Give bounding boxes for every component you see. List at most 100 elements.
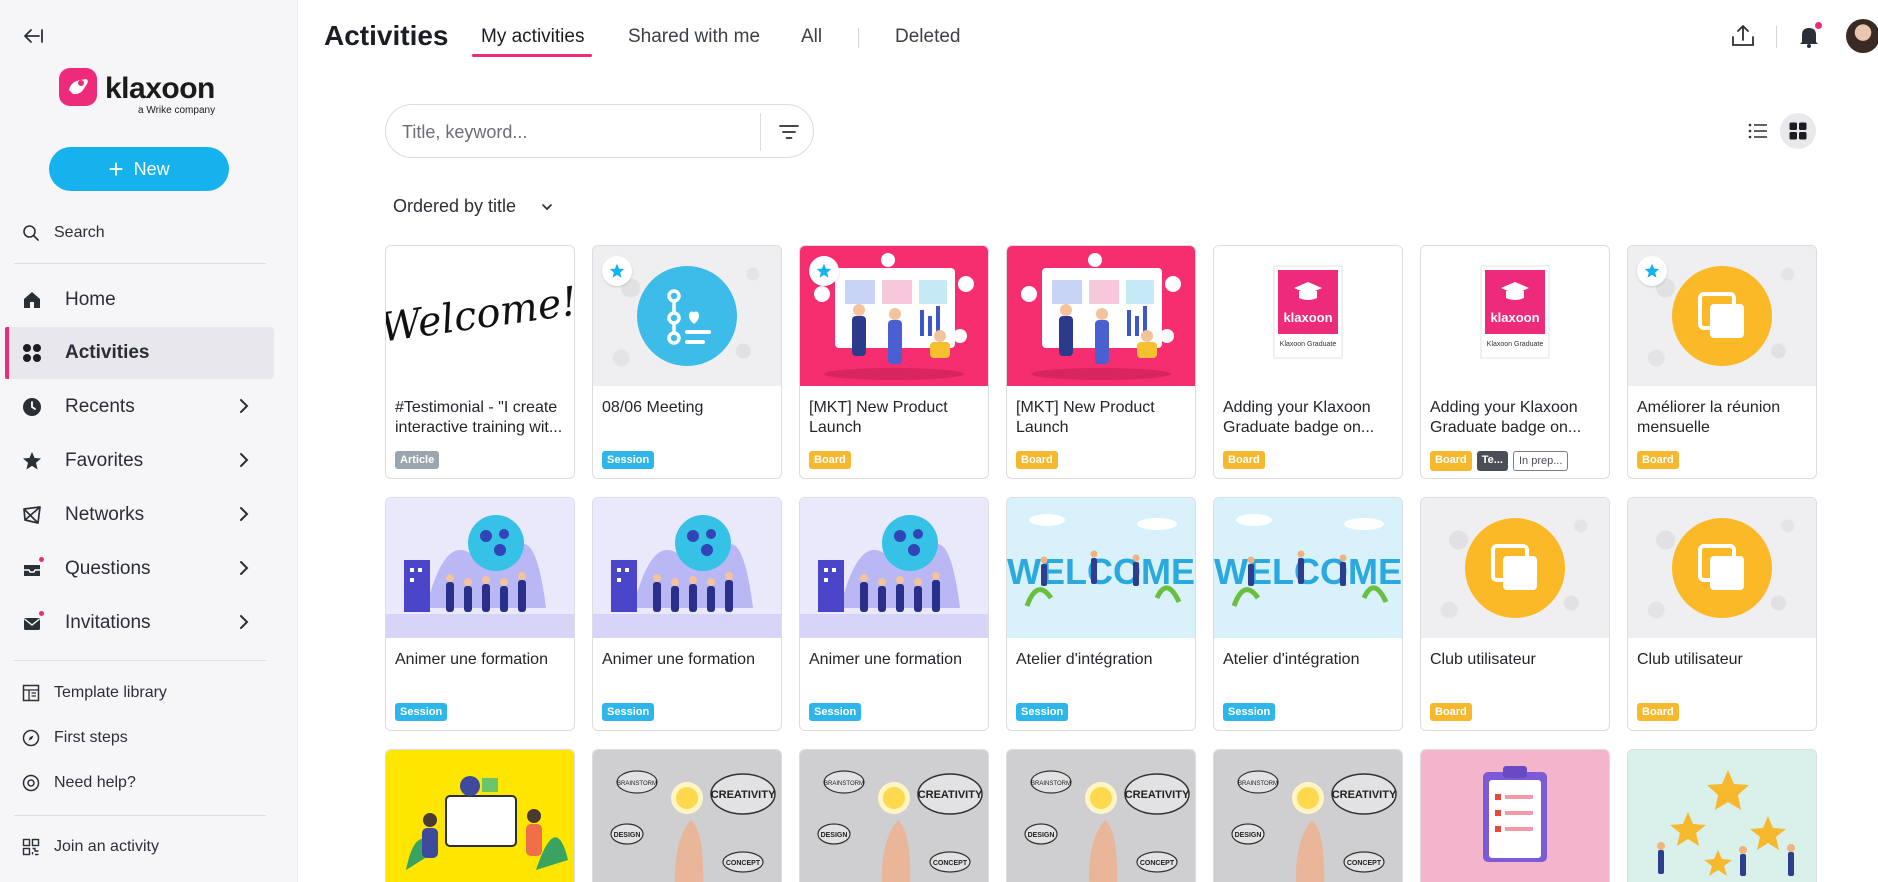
- svg-text:Klaxoon Graduate: Klaxoon Graduate: [1487, 341, 1544, 348]
- filter-icon[interactable]: [776, 119, 802, 145]
- svg-text:DESIGN: DESIGN: [614, 832, 641, 839]
- inbox-icon: [21, 556, 45, 580]
- svg-text:CONCEPT: CONCEPT: [933, 860, 968, 867]
- card-tags: Session: [809, 703, 862, 721]
- activity-card[interactable]: [385, 749, 575, 882]
- sidebar-divider: [14, 263, 266, 264]
- card-title: Animer une formation: [809, 651, 962, 668]
- sidebar-item-questions[interactable]: Questions: [5, 543, 274, 595]
- type-tag: Session: [395, 703, 448, 721]
- sidebar-item-label: Recents: [65, 396, 135, 417]
- network-icon: [21, 504, 43, 526]
- export-icon[interactable]: [1729, 22, 1757, 50]
- type-tag: Board: [1016, 451, 1058, 469]
- grid-view-icon[interactable]: [1780, 113, 1816, 149]
- list-view-icon[interactable]: [1745, 118, 1771, 144]
- svg-text:BRAINSTORM: BRAINSTORM: [617, 781, 657, 787]
- activity-card[interactable]: [1627, 749, 1817, 882]
- type-tag: Board: [1637, 703, 1679, 721]
- grid-icon: [21, 342, 43, 364]
- card-tags: Session: [602, 703, 655, 721]
- sidebar-item-recents[interactable]: Recents: [5, 381, 274, 433]
- tab-shared-with-me[interactable]: Shared with me: [628, 26, 760, 58]
- card-thumbnail: CREATIVITY BRAINSTORM DESIGN CONCEPT: [800, 750, 988, 882]
- new-button[interactable]: + New: [49, 147, 229, 191]
- notification-dot: [1815, 22, 1822, 29]
- template-library-link[interactable]: Template library: [22, 682, 167, 704]
- sidebar-item-label: Questions: [65, 558, 151, 579]
- activity-card[interactable]: [1420, 749, 1610, 882]
- need-help-link[interactable]: Need help?: [22, 772, 136, 794]
- user-avatar[interactable]: [1846, 19, 1878, 53]
- activity-card[interactable]: WELCOME Atelier d'intégration Session: [1213, 497, 1403, 731]
- sidebar-item-networks[interactable]: Networks: [5, 489, 274, 541]
- type-tag: Board: [1637, 451, 1679, 469]
- activity-card[interactable]: [MKT] New Product Launch Board: [1006, 245, 1196, 479]
- activity-card[interactable]: Animer une formation Session: [799, 497, 989, 731]
- sidebar-item-activities[interactable]: Activities: [5, 327, 274, 379]
- activity-card[interactable]: 08/06 Meeting Session: [592, 245, 782, 479]
- activity-card[interactable]: Club utilisateur Board: [1627, 497, 1817, 731]
- search-box: [385, 104, 814, 158]
- app-window: klaxoon a Wrike company + New Search Hom…: [0, 0, 1878, 882]
- activity-card[interactable]: Améliorer la réunion mensuelle Board: [1627, 245, 1817, 479]
- type-tag: Session: [1016, 703, 1069, 721]
- svg-text:DESIGN: DESIGN: [821, 832, 848, 839]
- search-input[interactable]: [402, 118, 732, 146]
- type-tag: Board: [1430, 451, 1472, 471]
- chevron-right-icon: [240, 561, 249, 575]
- svg-text:DESIGN: DESIGN: [1235, 832, 1262, 839]
- join-activity-link[interactable]: Join an activity: [22, 836, 159, 858]
- activity-card[interactable]: klaxoon Klaxoon Graduate Adding your Kla…: [1420, 245, 1610, 479]
- activity-card[interactable]: Animer une formation Session: [592, 497, 782, 731]
- card-thumbnail: [1628, 750, 1816, 882]
- sidebar-item-invitations[interactable]: Invitations: [5, 597, 274, 649]
- help-icon: [22, 774, 40, 792]
- logo-text: klaxoon: [105, 72, 215, 105]
- type-tag: Board: [1223, 451, 1265, 469]
- card-tags: Board Te... In prep...: [1430, 451, 1569, 471]
- card-title: Atelier d'intégration: [1223, 651, 1360, 668]
- sidebar-item-label: Home: [65, 289, 116, 310]
- activity-card[interactable]: [MKT] New Product Launch Board: [799, 245, 989, 479]
- card-title: Atelier d'intégration: [1016, 651, 1153, 668]
- activity-card[interactable]: Animer une formation Session: [385, 497, 575, 731]
- first-steps-link[interactable]: First steps: [22, 727, 128, 749]
- type-tag: Article: [395, 451, 440, 469]
- favorite-star-icon[interactable]: [1637, 256, 1667, 286]
- first-steps-label: First steps: [54, 729, 128, 746]
- collapse-sidebar-icon[interactable]: [22, 26, 44, 46]
- activity-card[interactable]: Club utilisateur Board: [1420, 497, 1610, 731]
- card-thumbnail: WELCOME: [1007, 498, 1195, 638]
- card-thumbnail: klaxoon Klaxoon Graduate: [1214, 246, 1402, 386]
- card-thumbnail: klaxoon Klaxoon Graduate: [1421, 246, 1609, 386]
- template-library-label: Template library: [54, 684, 167, 701]
- compass-icon: [22, 729, 40, 747]
- tab-deleted[interactable]: Deleted: [895, 26, 961, 58]
- card-tags: Session: [1223, 703, 1276, 721]
- sidebar-item-label: Favorites: [65, 450, 144, 471]
- activity-card[interactable]: klaxoon Klaxoon Graduate Adding your Kla…: [1213, 245, 1403, 479]
- sort-dropdown[interactable]: Ordered by title: [393, 196, 554, 217]
- tab-separator: [858, 28, 859, 48]
- activity-card[interactable]: WELCOME Atelier d'intégration Session: [1006, 497, 1196, 731]
- svg-text:BRAINSTORM: BRAINSTORM: [824, 781, 864, 787]
- chevron-right-icon: [240, 399, 249, 413]
- sidebar-search[interactable]: Search: [22, 222, 105, 244]
- favorite-star-icon[interactable]: [809, 256, 839, 286]
- new-button-label: New: [133, 158, 170, 179]
- activity-card[interactable]: CREATIVITY BRAINSTORM DESIGN CONCEPT: [592, 749, 782, 882]
- activity-card[interactable]: CREATIVITY BRAINSTORM DESIGN CONCEPT: [1213, 749, 1403, 882]
- svg-text:DESIGN: DESIGN: [1028, 832, 1055, 839]
- favorite-star-icon[interactable]: [602, 256, 632, 286]
- template-icon: [22, 684, 40, 702]
- bell-icon[interactable]: [1795, 22, 1823, 50]
- activity-card[interactable]: Welcome! #Testimonial - "I create intera…: [385, 245, 575, 479]
- sidebar-item-favorites[interactable]: Favorites: [5, 435, 274, 487]
- tab-all[interactable]: All: [801, 26, 822, 58]
- activity-card[interactable]: CREATIVITY BRAINSTORM DESIGN CONCEPT: [799, 749, 989, 882]
- qr-code-icon: [22, 838, 40, 856]
- activity-card[interactable]: CREATIVITY BRAINSTORM DESIGN CONCEPT: [1006, 749, 1196, 882]
- card-title: Améliorer la réunion mensuelle: [1637, 399, 1781, 436]
- sidebar-item-home[interactable]: Home: [5, 274, 274, 326]
